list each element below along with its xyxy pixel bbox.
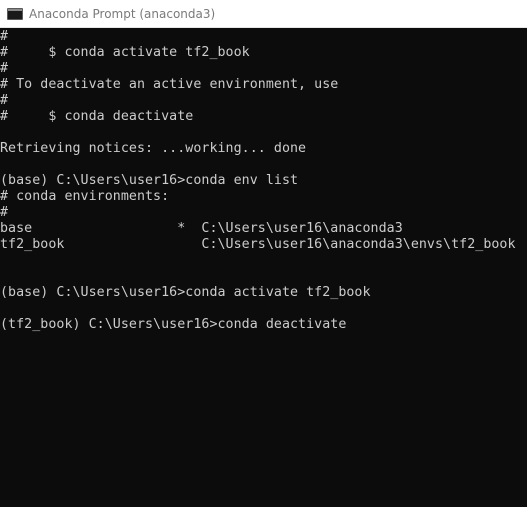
console-line: # [0, 93, 9, 108]
console-output[interactable]: # # $ conda activate tf2_book # # To dea… [0, 29, 527, 507]
console-line: base * C:\Users\user16\anaconda3 [0, 221, 403, 236]
anaconda-prompt-window: Anaconda Prompt (anaconda3) # # $ conda … [0, 0, 527, 507]
console-line: # conda environments: [0, 189, 170, 204]
console-line: # [0, 29, 9, 44]
console-line: Retrieving notices: ...working... done [0, 141, 307, 156]
console-line: (base) C:\Users\user16>conda env list [0, 173, 299, 188]
window-title: Anaconda Prompt (anaconda3) [29, 6, 216, 21]
title-bar[interactable]: Anaconda Prompt (anaconda3) [0, 0, 527, 28]
terminal-icon [7, 7, 23, 20]
console-line: (tf2_book) C:\Users\user16>conda deactiv… [0, 317, 347, 332]
console-line: # $ conda deactivate [0, 109, 194, 124]
console-line: tf2_book C:\Users\user16\anaconda3\envs\… [0, 237, 516, 252]
console-line: # [0, 61, 9, 76]
console-line: (base) C:\Users\user16>conda activate tf… [0, 285, 371, 300]
console-line: # [0, 205, 9, 220]
console-line: # $ conda activate tf2_book [0, 45, 250, 60]
console-line: # To deactivate an active environment, u… [0, 77, 339, 92]
